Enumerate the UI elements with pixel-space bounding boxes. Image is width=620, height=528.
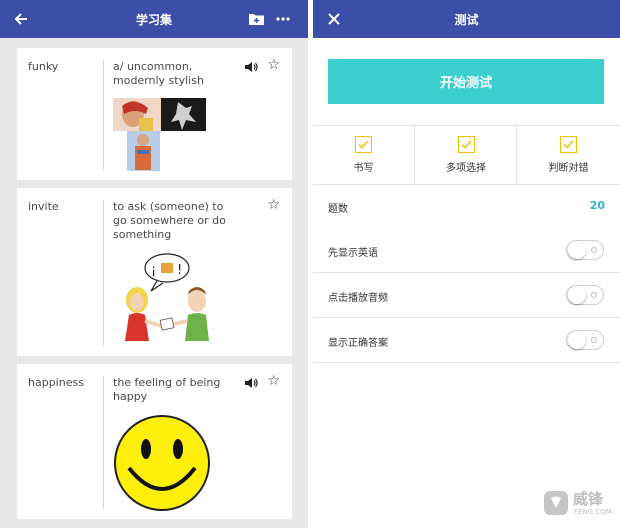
svg-text:!: ! <box>177 263 182 278</box>
divider <box>313 362 620 363</box>
divider <box>313 184 620 185</box>
more-button[interactable] <box>270 0 296 38</box>
mode-multiple-choice[interactable]: 多项选择 <box>415 126 517 184</box>
checkmark-icon <box>358 140 369 149</box>
speaker-icon[interactable] <box>244 376 258 390</box>
add-to-folder-button[interactable] <box>242 0 270 38</box>
divider <box>313 272 620 273</box>
folder-plus-icon <box>248 14 264 25</box>
flashcard-happiness[interactable]: happiness the feeling of being happy ☆ <box>17 364 292 519</box>
card-divider <box>103 200 104 346</box>
question-count-value[interactable]: 20 <box>590 199 605 212</box>
svg-text:¡: ¡ <box>151 263 156 278</box>
start-test-button[interactable]: 开始测试 <box>328 59 604 104</box>
card-divider <box>103 376 104 509</box>
toggle-show-correct-answer[interactable] <box>566 330 604 350</box>
checkmark-icon <box>563 140 574 149</box>
study-set-screen: 学习集 funky a/ uncommon, modernly stylish … <box>0 0 308 528</box>
flashcard-funky[interactable]: funky a/ uncommon, modernly stylish ☆ <box>17 48 292 180</box>
checkbox-multiple-choice[interactable] <box>457 136 475 153</box>
card-divider <box>103 60 104 170</box>
flashcard-invite[interactable]: invite to ask (someone) to go somewhere … <box>17 188 292 356</box>
card-definition: to ask (someone) to go somewhere or do s… <box>113 200 226 241</box>
card-image <box>113 98 208 173</box>
card-definition: a/ uncommon, modernly stylish <box>113 60 204 87</box>
watermark-url: FENG.COM <box>574 508 612 516</box>
test-settings-screen: 测试 开始测试 书写 多项选择 判断对错 题数 20 先显示英语 点击播放音频 … <box>313 0 620 528</box>
card-image: ¡ ! <box>117 253 217 343</box>
checkbox-true-false[interactable] <box>560 136 577 153</box>
star-icon[interactable]: ☆ <box>267 374 280 388</box>
divider <box>313 317 620 318</box>
setting-label: 显示正确答案 <box>328 338 388 349</box>
mode-label: 多项选择 <box>446 163 486 174</box>
mode-true-false[interactable]: 判断对错 <box>517 126 620 184</box>
card-term: happiness <box>28 376 84 389</box>
toggle-english-first[interactable] <box>566 240 604 260</box>
toggle-knob <box>568 241 586 259</box>
card-definition: the feeling of being happy <box>113 376 221 403</box>
toggle-off-indicator <box>591 247 597 253</box>
card-image <box>113 414 211 512</box>
checkbox-written[interactable] <box>355 136 372 153</box>
speaker-icon[interactable] <box>244 60 258 74</box>
setting-label: 先显示英语 <box>328 248 378 259</box>
study-set-app-bar: 学习集 <box>0 0 308 38</box>
checkmark-icon <box>460 140 472 149</box>
toggle-knob <box>568 331 586 349</box>
card-term: invite <box>28 200 59 213</box>
test-app-bar: 测试 <box>313 0 620 38</box>
setting-label: 点击播放音频 <box>328 293 388 304</box>
question-count-label: 题数 <box>328 204 348 215</box>
mode-written[interactable]: 书写 <box>313 126 414 184</box>
toggle-off-indicator <box>591 292 597 298</box>
star-icon[interactable]: ☆ <box>267 198 280 212</box>
watermark-logo: 威锋 FENG.COM <box>543 486 617 522</box>
watermark-name: 威锋 <box>573 490 604 508</box>
page-title: 测试 <box>454 13 479 27</box>
mode-label: 判断对错 <box>548 163 589 174</box>
toggle-tap-play-audio[interactable] <box>566 285 604 305</box>
card-term: funky <box>28 60 59 73</box>
toggle-off-indicator <box>591 337 597 343</box>
toggle-knob <box>568 286 586 304</box>
star-icon[interactable]: ☆ <box>267 58 280 72</box>
mode-label: 书写 <box>353 163 374 174</box>
more-horizontal-icon <box>276 17 290 21</box>
